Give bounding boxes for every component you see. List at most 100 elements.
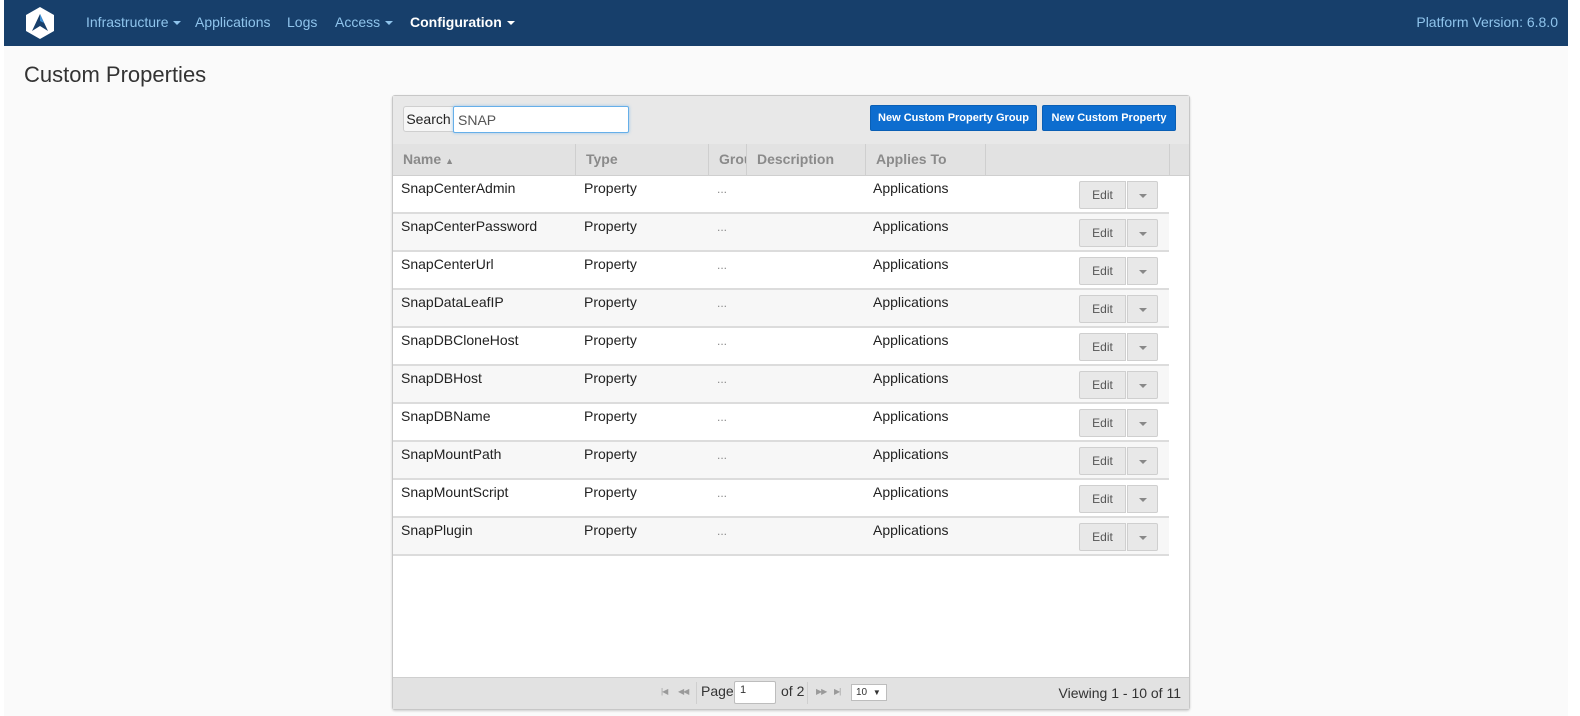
- cell-type: Property: [584, 332, 637, 348]
- new-custom-property-group-button[interactable]: New Custom Property Group: [870, 105, 1037, 131]
- column-header-description-label: Description: [757, 151, 835, 167]
- nav-configuration[interactable]: Configuration: [410, 0, 515, 46]
- edit-button[interactable]: Edit: [1079, 409, 1126, 437]
- chevron-down-icon: [1139, 308, 1147, 312]
- nav-access[interactable]: Access: [335, 0, 394, 46]
- page-number-input[interactable]: 1: [734, 681, 776, 704]
- column-header-type-label: Type: [586, 151, 618, 167]
- last-page-icon[interactable]: ▶︎|: [834, 687, 841, 696]
- cell-name: SnapDBCloneHost: [401, 332, 519, 348]
- cell-group: ...: [717, 258, 728, 272]
- nav-logs[interactable]: Logs: [287, 0, 317, 46]
- column-header-actions: [986, 144, 1170, 175]
- row-actions-dropdown[interactable]: [1127, 523, 1158, 551]
- nav-infrastructure[interactable]: Infrastructure: [86, 0, 182, 46]
- table-row[interactable]: SnapDBName Property ... Applications Edi…: [393, 404, 1169, 442]
- cell-name: SnapCenterAdmin: [401, 180, 516, 196]
- edit-button[interactable]: Edit: [1079, 485, 1126, 513]
- row-actions-dropdown[interactable]: [1127, 447, 1158, 475]
- cell-group: ...: [717, 410, 728, 424]
- custom-properties-panel: Search New Custom Property Group New Cus…: [392, 95, 1190, 710]
- table-row[interactable]: SnapCenterAdmin Property ... Application…: [393, 176, 1169, 214]
- table-row[interactable]: SnapDataLeafIP Property ... Applications…: [393, 290, 1169, 328]
- table-row[interactable]: SnapCenterUrl Property ... Applications …: [393, 252, 1169, 290]
- column-header-applies-to-label: Applies To: [876, 151, 947, 167]
- cell-applies-to: Applications: [873, 218, 949, 234]
- nav-applications-label: Applications: [195, 14, 271, 30]
- table-row[interactable]: SnapMountPath Property ... Applications …: [393, 442, 1169, 480]
- column-header-applies-to[interactable]: Applies To: [866, 144, 986, 175]
- table-row[interactable]: SnapDBHost Property ... Applications Edi…: [393, 366, 1169, 404]
- chevron-down-icon: [1139, 232, 1147, 236]
- first-page-icon[interactable]: |◀︎: [661, 687, 668, 696]
- edit-button[interactable]: Edit: [1079, 333, 1126, 361]
- row-actions-dropdown[interactable]: [1127, 371, 1158, 399]
- viewing-range: Viewing 1 - 10 of 11: [1058, 685, 1181, 701]
- page: Infrastructure Applications Logs Access …: [4, 0, 1568, 716]
- cell-type: Property: [584, 370, 637, 386]
- row-actions-dropdown[interactable]: [1127, 295, 1158, 323]
- column-header-type[interactable]: Type: [576, 144, 709, 175]
- cell-applies-to: Applications: [873, 408, 949, 424]
- nav-applications[interactable]: Applications: [195, 0, 271, 46]
- row-actions-dropdown[interactable]: [1127, 485, 1158, 513]
- cell-name: SnapMountScript: [401, 484, 509, 500]
- edit-button[interactable]: Edit: [1079, 447, 1126, 475]
- chevron-down-icon: [385, 21, 394, 26]
- chevron-down-icon: [1139, 270, 1147, 274]
- row-actions-dropdown[interactable]: [1127, 257, 1158, 285]
- cell-type: Property: [584, 408, 637, 424]
- chevron-down-icon: [1139, 384, 1147, 388]
- page-count-label: of 2: [781, 683, 805, 699]
- cell-type: Property: [584, 446, 637, 462]
- table-pager: |◀︎ ◀︎◀︎ Page 1 of 2 ▶︎▶︎ ▶︎| 10 ▼︎ View…: [393, 677, 1189, 709]
- chevron-down-icon: [1139, 498, 1147, 502]
- column-header-name[interactable]: Name ▲︎: [393, 144, 576, 175]
- app-logo-icon[interactable]: [23, 6, 57, 40]
- table-row[interactable]: SnapMountScript Property ... Application…: [393, 480, 1169, 518]
- new-custom-property-button[interactable]: New Custom Property: [1042, 105, 1176, 131]
- column-header-group[interactable]: Group: [709, 144, 747, 175]
- cell-applies-to: Applications: [873, 332, 949, 348]
- edit-button[interactable]: Edit: [1079, 181, 1126, 209]
- edit-button[interactable]: Edit: [1079, 219, 1126, 247]
- chevron-down-icon: [1139, 346, 1147, 350]
- row-actions-dropdown[interactable]: [1127, 181, 1158, 209]
- edit-button[interactable]: Edit: [1079, 523, 1126, 551]
- edit-button[interactable]: Edit: [1079, 257, 1126, 285]
- prev-page-icon[interactable]: ◀︎◀︎: [678, 687, 689, 696]
- nav-infrastructure-label: Infrastructure: [86, 14, 169, 30]
- table-row[interactable]: SnapCenterPassword Property ... Applicat…: [393, 214, 1169, 252]
- rows-per-page-value: 10: [856, 687, 868, 698]
- table-row[interactable]: SnapPlugin Property ... Applications Edi…: [393, 518, 1169, 556]
- cell-name: SnapCenterPassword: [401, 218, 538, 234]
- nav-access-label: Access: [335, 14, 381, 30]
- chevron-down-icon: [1139, 460, 1147, 464]
- panel-toolbar: Search New Custom Property Group New Cus…: [393, 96, 1189, 145]
- cell-type: Property: [584, 256, 637, 272]
- column-header-group-label: Group: [719, 151, 746, 167]
- table-row[interactable]: SnapDBCloneHost Property ... Application…: [393, 328, 1169, 366]
- next-page-icon[interactable]: ▶︎▶︎: [816, 687, 827, 696]
- chevron-down-icon: [1139, 194, 1147, 198]
- cell-name: SnapMountPath: [401, 446, 502, 462]
- search-input[interactable]: [453, 106, 629, 133]
- cell-group: ...: [717, 448, 728, 462]
- cell-applies-to: Applications: [873, 294, 949, 310]
- table-header: Name▲︎ Type Group Description Applies To: [393, 144, 1189, 176]
- edit-button[interactable]: Edit: [1079, 371, 1126, 399]
- cell-group: ...: [717, 486, 728, 500]
- cell-group: ...: [717, 524, 728, 538]
- cell-type: Property: [584, 294, 637, 310]
- top-navbar: Infrastructure Applications Logs Access …: [4, 0, 1568, 46]
- chevron-down-icon: [1139, 422, 1147, 426]
- row-actions-dropdown[interactable]: [1127, 219, 1158, 247]
- row-actions-dropdown[interactable]: [1127, 409, 1158, 437]
- cell-name: SnapPlugin: [401, 522, 473, 538]
- cell-applies-to: Applications: [873, 522, 949, 538]
- page-title: Custom Properties: [24, 62, 207, 87]
- row-actions-dropdown[interactable]: [1127, 333, 1158, 361]
- edit-button[interactable]: Edit: [1079, 295, 1126, 323]
- column-header-description[interactable]: Description: [747, 144, 866, 175]
- rows-per-page-select[interactable]: 10 ▼︎: [851, 684, 887, 701]
